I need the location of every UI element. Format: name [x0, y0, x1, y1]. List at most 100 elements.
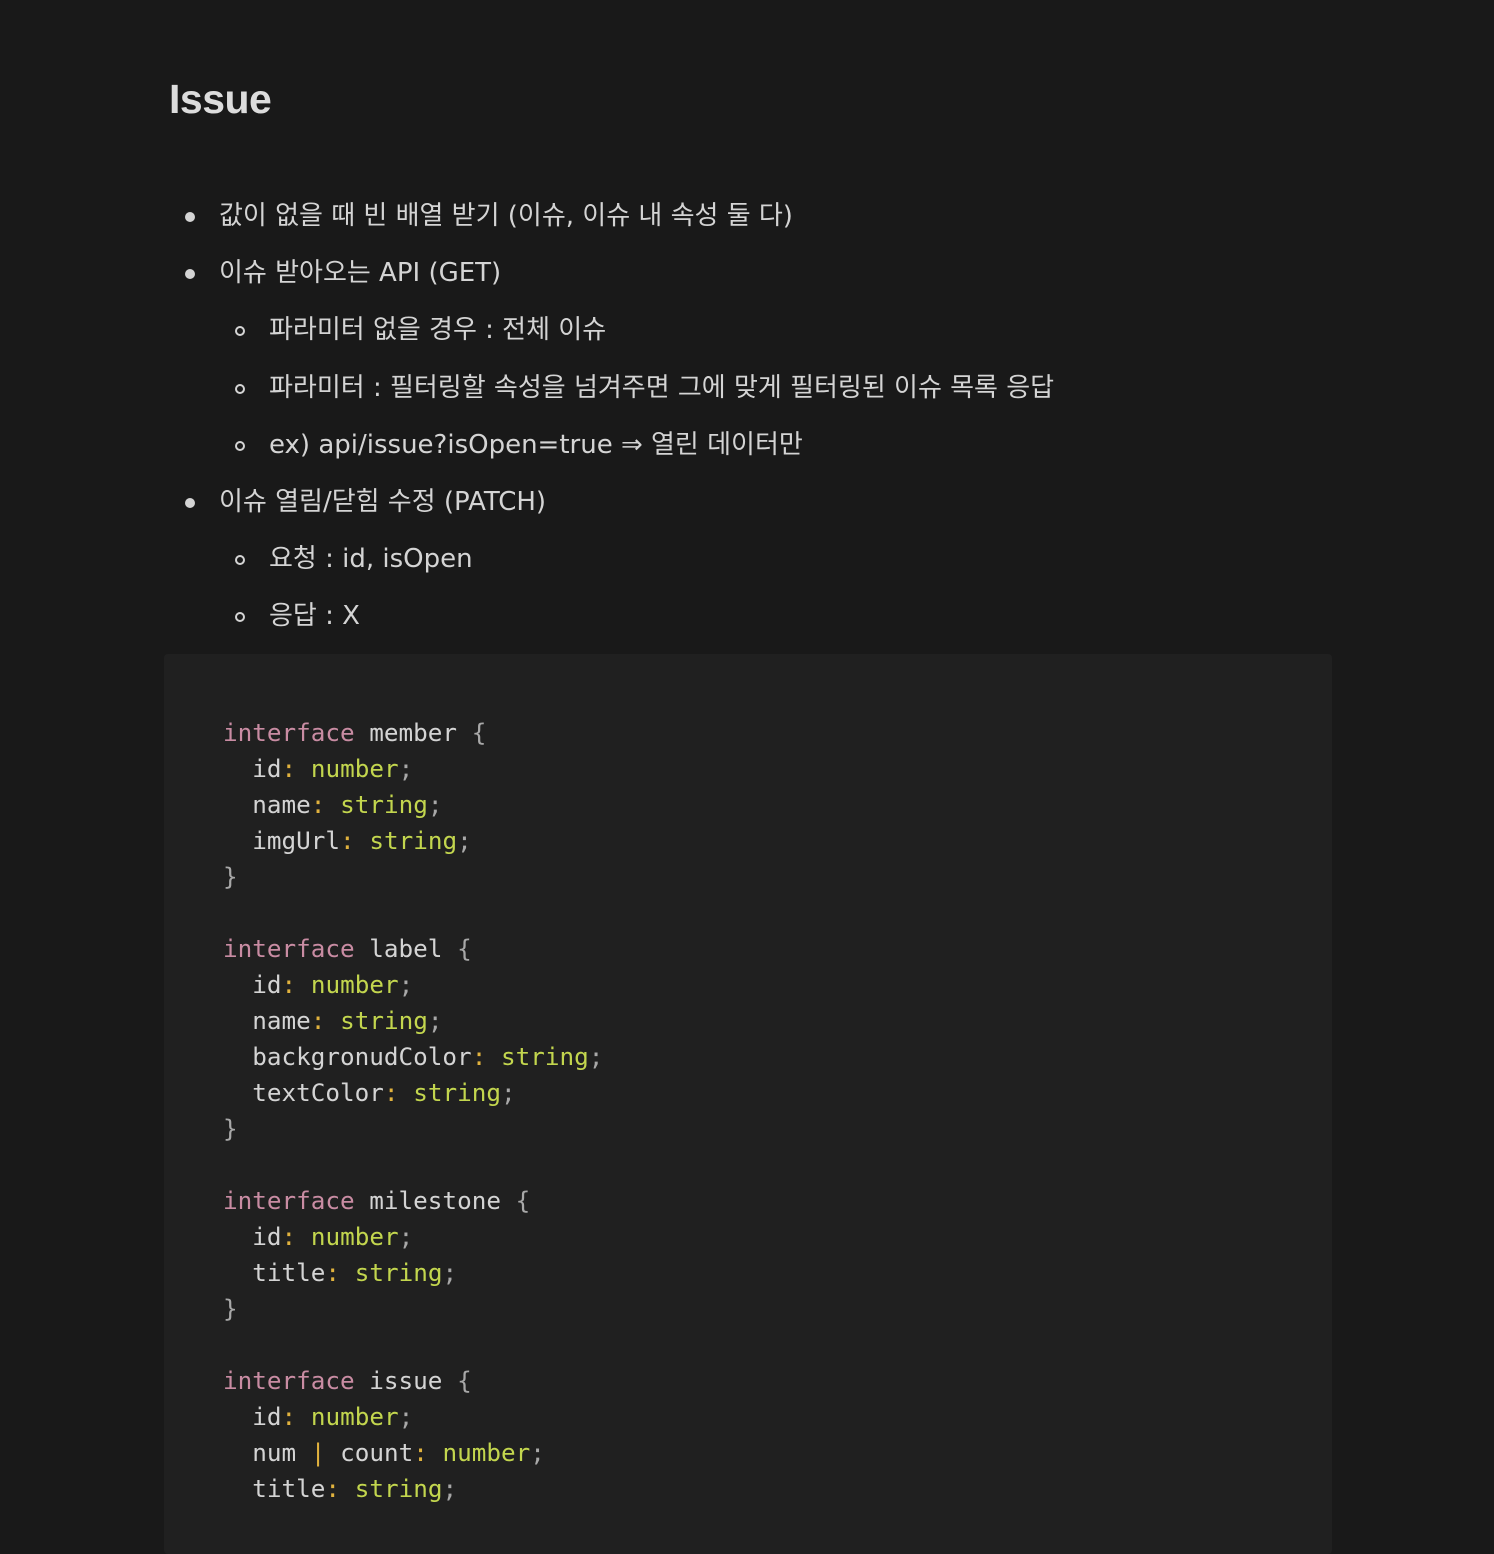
code-field-type: string [340, 790, 428, 819]
code-field-type: string [369, 826, 458, 855]
code-colon: : [413, 1438, 428, 1467]
code-colon: : [281, 1222, 297, 1251]
sub-list-item: 파라미터 : 필터링할 속성을 넘겨주면 그에 맞게 필터링된 이슈 목록 응답 [164, 360, 1054, 417]
list-item: 이슈 열림/닫힘 수정 (PATCH) [164, 474, 1054, 531]
list-item-text: 응답 : X [269, 601, 360, 632]
code-colon: : [340, 826, 355, 855]
code-field: id: number; [223, 970, 413, 999]
list-item-text: ex) api/issue?isOpen=true ⇒ 열린 데이터만 [269, 429, 803, 460]
code-brace: { [515, 1186, 531, 1215]
code-field-key: textColor [252, 1078, 384, 1107]
code-interface-header: interface issue { [223, 1366, 472, 1395]
sub-list-item: ex) api/issue?isOpen=true ⇒ 열린 데이터만 [164, 417, 1054, 474]
code-field: title: string; [223, 1474, 457, 1503]
code-block[interactable]: interface member { id: number; name: str… [164, 654, 1332, 1554]
code-keyword: interface [223, 1366, 355, 1395]
code-brace: } [223, 862, 238, 891]
code-brace: { [457, 1366, 472, 1395]
list-item-text: 요청 : id, isOpen [269, 544, 473, 575]
code-colon: : [281, 1402, 297, 1431]
bullet-dot-icon [185, 212, 195, 222]
code-semicolon: ; [427, 1006, 443, 1035]
code-colon: : [325, 1258, 341, 1287]
code-field-key: name [252, 1006, 311, 1035]
code-field-key: num [252, 1438, 297, 1467]
code-brace: { [457, 934, 472, 963]
sub-list-item: 파라미터 없을 경우 : 전체 이슈 [164, 302, 1054, 359]
code-brace: } [223, 1294, 238, 1323]
list-item-text: 파라미터 없을 경우 : 전체 이슈 [269, 315, 607, 346]
code-interface-header: interface member { [223, 718, 486, 747]
code-field-type: string [340, 1006, 428, 1035]
code-field-key: id [252, 1222, 282, 1251]
code-semicolon: ; [457, 826, 472, 855]
code-field-key: count [340, 1438, 414, 1467]
bullet-dot-icon [185, 269, 195, 280]
code-field: num | count: number; [223, 1438, 545, 1467]
list-item: 값이 없을 때 빈 배열 받기 (이슈, 이슈 내 속성 둘 다) [164, 188, 1054, 245]
code-semicolon: ; [398, 970, 414, 999]
code-field: name: string; [223, 1006, 442, 1035]
code-colon: : [310, 1006, 326, 1035]
code-keyword: interface [223, 1186, 355, 1215]
code-semicolon: ; [442, 1258, 458, 1287]
code-field-type: number [442, 1438, 531, 1467]
code-field: backgronudColor: string; [223, 1042, 603, 1071]
code-field: title: string; [223, 1258, 457, 1287]
code-interface-name: member [369, 718, 458, 747]
bullet-circle-icon [235, 383, 245, 394]
code-union-operator: | [310, 1438, 326, 1467]
code-field-key: id [252, 970, 282, 999]
code-content: interface member { id: number; name: str… [223, 715, 603, 1507]
code-semicolon: ; [398, 754, 414, 783]
bullet-circle-icon [235, 440, 245, 451]
code-colon: : [281, 970, 297, 999]
sub-list-item: 요청 : id, isOpen [164, 531, 1054, 588]
code-field-type: number [310, 970, 399, 999]
sub-list-item: 응답 : X [164, 588, 1054, 645]
code-keyword: interface [223, 934, 355, 963]
code-colon: : [471, 1042, 487, 1071]
code-keyword: interface [223, 718, 355, 747]
code-field: id: number; [223, 1222, 413, 1251]
code-interface-header: interface label { [223, 934, 472, 963]
code-brace: { [471, 718, 487, 747]
code-semicolon: ; [427, 790, 443, 819]
code-field-type: number [310, 1402, 399, 1431]
code-semicolon: ; [588, 1042, 604, 1071]
code-field-type: string [413, 1078, 501, 1107]
list-item-text: 이슈 받아오는 API (GET) [219, 258, 502, 289]
list-item-text: 이슈 열림/닫힘 수정 (PATCH) [219, 486, 547, 517]
bullet-circle-icon [235, 612, 245, 623]
code-field-key: id [252, 754, 282, 783]
list-item: 이슈 받아오는 API (GET) [164, 245, 1054, 302]
code-colon: : [325, 1474, 341, 1503]
code-semicolon: ; [398, 1222, 414, 1251]
code-field-type: string [354, 1258, 443, 1287]
code-field-key: backgronudColor [252, 1042, 472, 1071]
code-field: id: number; [223, 1402, 413, 1431]
code-colon: : [281, 754, 297, 783]
code-field-key: title [252, 1258, 326, 1287]
code-field-type: number [310, 1222, 399, 1251]
code-interface-header: interface milestone { [223, 1186, 530, 1215]
code-field: textColor: string; [223, 1078, 516, 1107]
code-semicolon: ; [500, 1078, 516, 1107]
code-field-key: name [252, 790, 311, 819]
list-item-text: 파라미터 : 필터링할 속성을 넘겨주면 그에 맞게 필터링된 이슈 목록 응답 [269, 372, 1055, 403]
code-field-key: imgUrl [252, 826, 341, 855]
code-semicolon: ; [442, 1474, 458, 1503]
code-interface-name: label [369, 934, 443, 963]
code-field-type: number [310, 754, 399, 783]
code-field-key: id [252, 1402, 282, 1431]
bullet-circle-icon [235, 326, 245, 337]
bullet-circle-icon [235, 555, 245, 566]
code-field: imgUrl: string; [223, 826, 472, 855]
code-field-type: string [500, 1042, 589, 1071]
code-field: name: string; [223, 790, 442, 819]
code-colon: : [383, 1078, 399, 1107]
code-field-type: string [354, 1474, 443, 1503]
code-field-key: title [252, 1474, 326, 1503]
code-semicolon: ; [530, 1438, 545, 1467]
bullet-dot-icon [185, 497, 195, 508]
